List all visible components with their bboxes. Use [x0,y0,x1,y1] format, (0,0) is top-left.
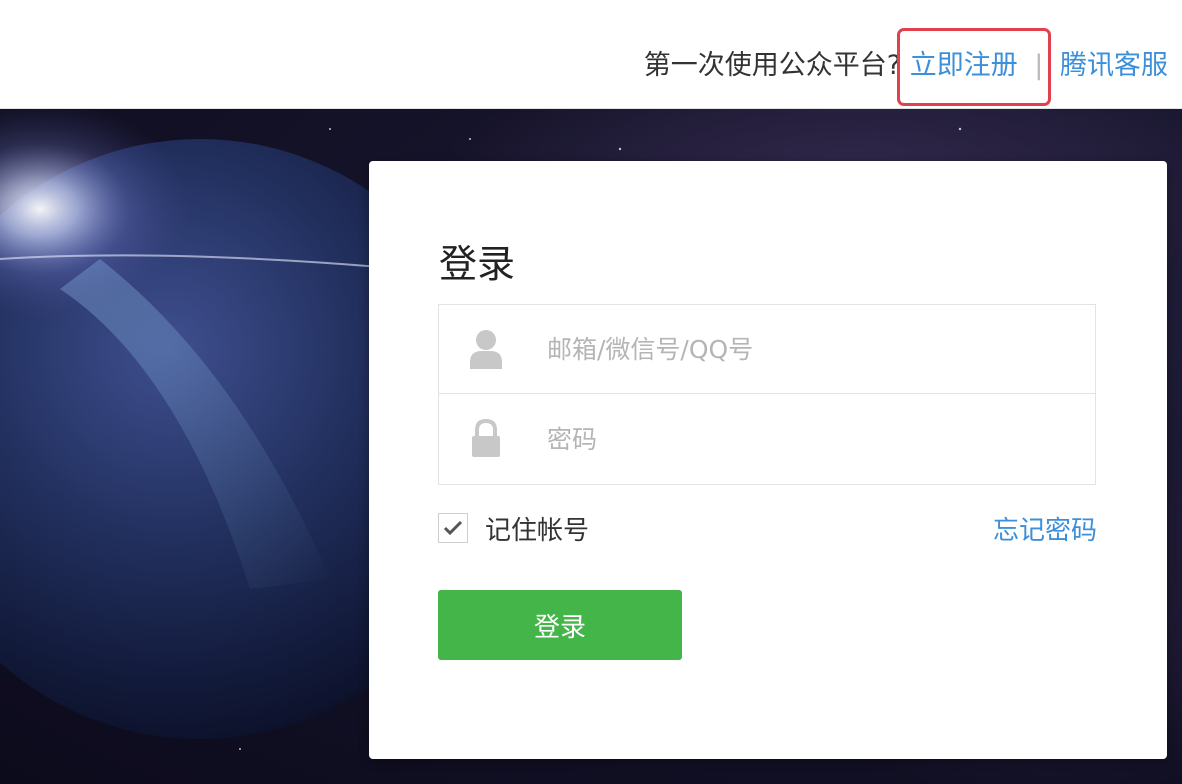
register-highlight-box [897,28,1051,106]
customer-service-link[interactable]: 腾讯客服 [1060,50,1168,81]
checkmark-icon [443,520,463,536]
top-bar: 第一次使用公众平台? 立即注册 | 腾讯客服 [0,0,1182,109]
login-card: 登录 记住帐号 忘记密码 登录 [369,161,1167,759]
forgot-password-link[interactable]: 忘记密码 [993,510,1097,547]
remember-checkbox[interactable] [438,513,468,543]
lock-icon [469,418,503,458]
user-icon [469,329,503,369]
username-input[interactable] [547,305,1067,393]
remember-account[interactable]: 记住帐号 [438,511,590,546]
first-time-prompt: 第一次使用公众平台? [643,50,902,81]
username-field[interactable] [438,304,1096,394]
login-title: 登录 [439,242,516,286]
password-field[interactable] [438,394,1096,485]
remember-label: 记住帐号 [485,515,590,546]
password-input[interactable] [547,394,1067,484]
login-button[interactable]: 登录 [438,590,682,660]
